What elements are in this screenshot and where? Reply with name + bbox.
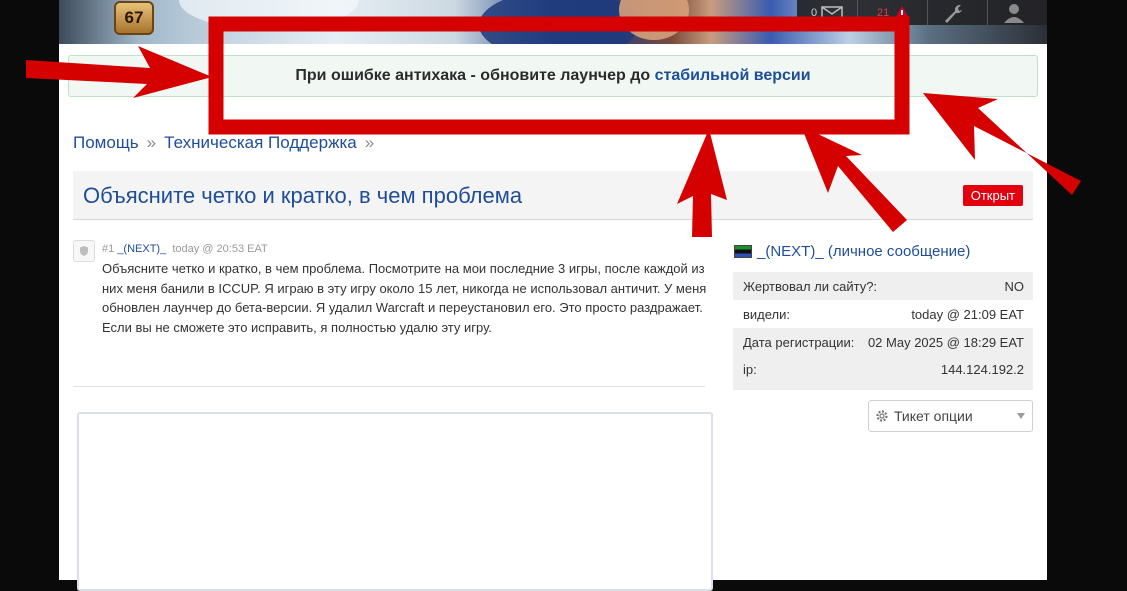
arrow-bottom-right: [801, 126, 907, 232]
arrow-bottom-left: [677, 129, 727, 237]
highlight-box: [208, 16, 910, 135]
arrow-left: [26, 46, 212, 98]
annotation-overlay: [26, 16, 1081, 237]
arrow-right: [923, 93, 1081, 195]
